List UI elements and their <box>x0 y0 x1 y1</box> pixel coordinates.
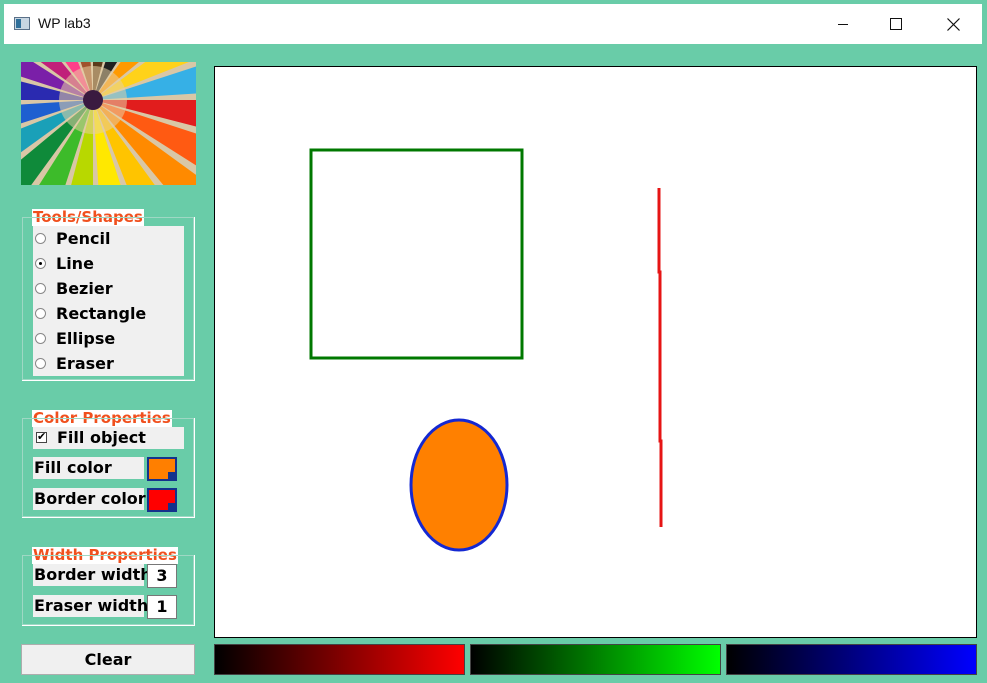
canvas-drawing <box>309 148 663 552</box>
app-window: WP lab3 Tools/Shapes Pencil Line Bezier … <box>0 0 987 683</box>
minimize-icon <box>838 24 848 25</box>
tool-line-label: Line <box>56 253 94 273</box>
fill-object-check-icon[interactable] <box>36 429 47 444</box>
radio-bezier[interactable] <box>35 282 46 294</box>
swatch-corner <box>168 472 175 479</box>
tool-pencil-label: Pencil <box>56 228 111 248</box>
radio-rectangle[interactable] <box>35 307 46 319</box>
tool-eraser-label: Eraser <box>56 353 114 373</box>
drawn-rectangle <box>309 148 524 360</box>
red-slider[interactable] <box>214 644 465 675</box>
color-properties-group: Color Properties Fill object Fill color … <box>22 410 195 518</box>
app-icon <box>14 17 30 30</box>
window-title: WP lab3 <box>38 15 91 31</box>
radio-pencil[interactable] <box>35 232 46 244</box>
tool-pencil[interactable]: Pencil <box>33 226 110 250</box>
green-slider[interactable] <box>470 644 721 675</box>
tools-shapes-group: Tools/Shapes Pencil Line Bezier Rectangl… <box>22 209 195 381</box>
minimize-button[interactable] <box>820 8 866 40</box>
fill-object-label: Fill object <box>57 428 146 447</box>
clear-button[interactable]: Clear <box>21 644 195 675</box>
swatch-corner <box>168 503 175 510</box>
tool-ellipse[interactable]: Ellipse <box>33 326 115 350</box>
border-color-swatch[interactable] <box>147 488 177 512</box>
radio-ellipse[interactable] <box>35 332 46 344</box>
fill-object-checkbox[interactable]: Fill object <box>33 427 184 449</box>
close-icon <box>946 17 960 31</box>
width-properties-legend: Width Properties <box>32 546 178 564</box>
tool-bezier-label: Bezier <box>56 278 113 298</box>
close-button[interactable] <box>930 8 976 40</box>
border-width-input[interactable]: 3 <box>147 564 177 588</box>
radio-eraser[interactable] <box>35 357 46 369</box>
tool-line[interactable]: Line <box>33 251 94 275</box>
pencil-tips-center <box>83 90 103 110</box>
maximize-icon <box>890 18 902 30</box>
tool-rectangle-label: Rectangle <box>56 303 147 323</box>
tool-ellipse-label: Ellipse <box>56 328 116 348</box>
fill-color-label: Fill color <box>33 457 144 479</box>
width-properties-group: Width Properties Border width 3 Eraser w… <box>22 547 195 626</box>
tools-radio-list: Pencil Line Bezier Rectangle Ellipse Era… <box>33 226 184 376</box>
color-properties-legend: Color Properties <box>32 409 172 427</box>
border-width-label: Border width <box>33 564 152 586</box>
tool-bezier[interactable]: Bezier <box>33 276 113 300</box>
blue-slider[interactable] <box>726 644 977 675</box>
eraser-width-label: Eraser width <box>33 595 149 617</box>
fill-color-swatch[interactable] <box>147 457 177 481</box>
colored-pencils-image <box>21 62 196 185</box>
drawn-line <box>657 188 663 527</box>
tool-eraser[interactable]: Eraser <box>33 351 114 375</box>
radio-line[interactable] <box>35 257 46 269</box>
tool-rectangle[interactable]: Rectangle <box>33 301 146 325</box>
title-bar[interactable]: WP lab3 <box>4 4 982 44</box>
tools-shapes-legend: Tools/Shapes <box>32 208 144 226</box>
border-color-label: Border color <box>33 488 146 510</box>
drawing-canvas[interactable] <box>214 66 977 638</box>
maximize-button[interactable] <box>873 8 919 40</box>
eraser-width-input[interactable]: 1 <box>147 595 177 619</box>
drawn-ellipse <box>409 418 509 552</box>
